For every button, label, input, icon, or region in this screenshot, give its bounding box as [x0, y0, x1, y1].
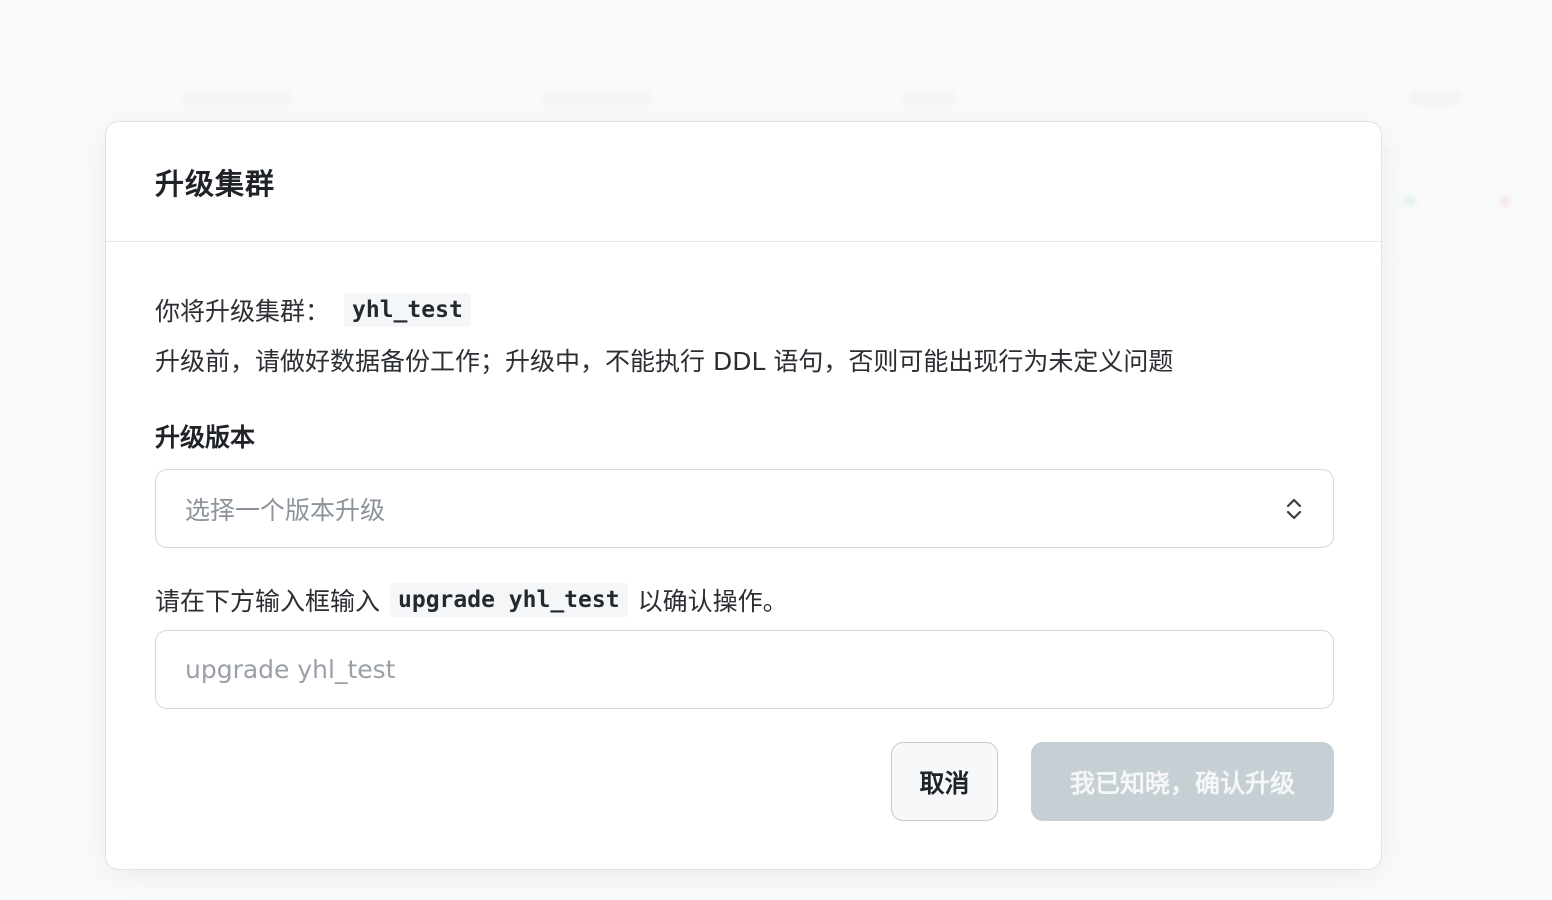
confirm-upgrade-button[interactable]: 我已知晓，确认升级 [1031, 742, 1334, 821]
confirm-instruction-prefix: 请在下方输入框输入 [155, 587, 381, 616]
confirm-phrase-input[interactable] [155, 630, 1334, 709]
confirm-instruction-suffix: 以确认操作。 [637, 587, 788, 616]
version-select[interactable]: 选择一个版本升级 [155, 469, 1334, 548]
upgrade-target-line: 你将升级集群： yhl_test [155, 292, 471, 328]
cluster-name-code: yhl_test [344, 293, 471, 327]
confirm-instruction: 请在下方输入框输入 upgrade yhl_test 以确认操作。 [155, 582, 788, 618]
upgrade-target-label: 你将升级集群： [155, 297, 331, 326]
upgrade-warning-text: 升级前，请做好数据备份工作；升级中，不能执行 DDL 语句，否则可能出现行为未定… [155, 347, 1174, 376]
cancel-button[interactable]: 取消 [891, 742, 998, 821]
dialog-title: 升级集群 [155, 166, 276, 201]
version-select-placeholder: 选择一个版本升级 [185, 495, 386, 525]
upgrade-cluster-dialog: 升级集群 你将升级集群： yhl_test 升级前，请做好数据备份工作；升级中，… [105, 121, 1382, 870]
dialog-header: 升级集群 [106, 122, 1381, 242]
confirm-phrase-code: upgrade yhl_test [390, 583, 628, 617]
chevron-up-down-icon [1285, 495, 1303, 523]
version-label: 升级版本 [155, 423, 256, 452]
